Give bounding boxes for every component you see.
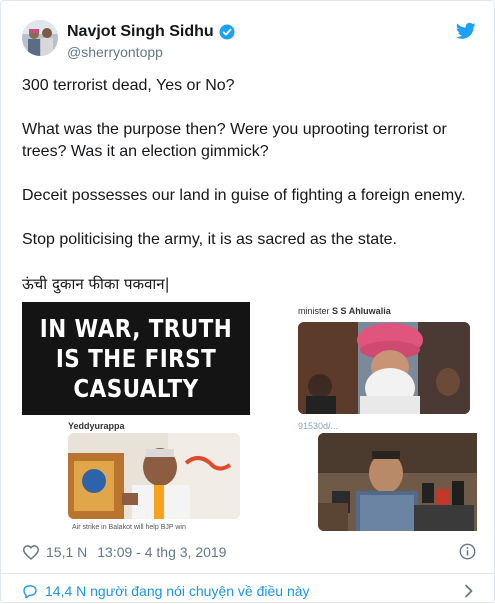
image-caption: Air strike in Balakot will help BJP win	[72, 524, 186, 531]
image-caption: Yeddyurappa	[68, 421, 125, 431]
media-image-ahluwalia[interactable]: minister S S Ahluwalia	[252, 302, 477, 415]
media-image-himanta[interactable]: 91530d/...	[252, 417, 477, 532]
verified-badge-icon	[219, 24, 235, 40]
author-name[interactable]: Navjot Singh Sidhu	[67, 23, 214, 41]
tweet-paragraph: Stop politicising the army, it is as sac…	[22, 231, 397, 248]
info-icon[interactable]	[459, 543, 476, 560]
avatar[interactable]	[22, 20, 58, 56]
conversation-link[interactable]: 14,4 N người đang nói chuyện về điều này	[22, 581, 476, 601]
quote-line: IN WAR, TRUTH	[39, 313, 233, 343]
quote-line: CASUALTY	[73, 373, 199, 403]
conversation-text[interactable]: 14,4 N người đang nói chuyện về điều này	[45, 583, 310, 599]
media-image-yeddyurappa[interactable]: Yeddyurappa Air strike in Balakot will h…	[22, 417, 250, 532]
tweet-hindi-line: ऊंची दुकान फीका पकवान|	[22, 275, 170, 293]
speech-bubble-icon	[22, 584, 38, 599]
tweet-paragraph: Deceit possesses our land in guise of fi…	[22, 187, 466, 204]
twitter-bird-icon[interactable]	[455, 22, 476, 40]
image-caption: 91530d/...	[298, 421, 339, 431]
tweet-text: 300 terrorist dead, Yes or No? What was …	[22, 75, 477, 295]
media-image-quote[interactable]: IN WAR, TRUTH IS THE FIRST CASUALTY	[22, 302, 250, 415]
tweet-footer: 15,1 N 13:09 - 4 thg 3, 2019	[22, 541, 476, 563]
tweet-header: Navjot Singh Sidhu @sherryontopp	[22, 19, 476, 63]
tweet-paragraph: What was the purpose then? Were you upro…	[22, 121, 447, 160]
chevron-right-icon[interactable]	[464, 584, 474, 598]
quote-text: IN WAR, TRUTH IS THE FIRST CASUALTY	[38, 302, 234, 415]
heart-icon[interactable]	[22, 544, 40, 560]
author-handle[interactable]: @sherryontopp	[67, 44, 163, 60]
quote-line: IS THE FIRST	[55, 343, 217, 373]
divider	[1, 573, 494, 574]
yeddyurappa-photo	[68, 433, 240, 519]
media-grid: IN WAR, TRUTH IS THE FIRST CASUALTY mini…	[22, 302, 477, 532]
ahluwalia-photo	[298, 322, 470, 414]
caption-prefix: minister	[298, 306, 333, 316]
himanta-photo	[318, 433, 477, 531]
tweet-timestamp[interactable]: 13:09 - 4 thg 3, 2019	[97, 544, 226, 560]
image-caption: minister S S Ahluwalia	[298, 306, 391, 316]
author-name-row[interactable]: Navjot Singh Sidhu	[67, 23, 235, 41]
tweet-card: Navjot Singh Sidhu @sherryontopp 300 ter…	[0, 0, 495, 603]
caption-name: S S Ahluwalia	[332, 306, 391, 316]
tweet-paragraph: 300 terrorist dead, Yes or No?	[22, 77, 235, 94]
like-count[interactable]: 15,1 N	[46, 544, 87, 560]
